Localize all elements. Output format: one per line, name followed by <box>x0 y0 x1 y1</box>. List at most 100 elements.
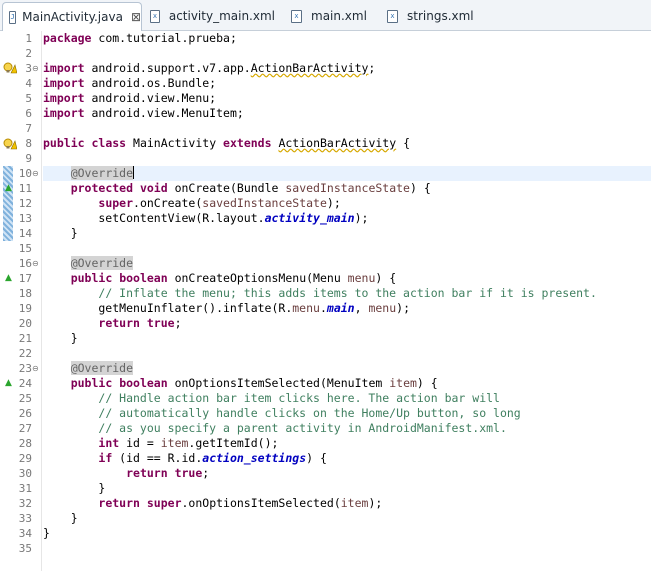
code-line[interactable]: int id = item.getItemId(); <box>43 436 651 451</box>
code-line-text: if (id == R.id.action_settings) { <box>98 451 327 465</box>
code-line[interactable] <box>43 151 651 166</box>
java-file-icon: J <box>9 10 17 24</box>
tab-activity-main-xml[interactable]: x activity_main.xml <box>150 2 275 30</box>
line-number: 10 <box>18 167 32 180</box>
line-number: 13 <box>18 212 32 225</box>
code-line-text: // Handle action bar item clicks here. T… <box>98 391 500 405</box>
code-line[interactable]: setContentView(R.layout.activity_main); <box>43 211 651 226</box>
line-number: 5 <box>25 92 32 105</box>
line-number: 34 <box>18 527 32 540</box>
code-line[interactable] <box>43 241 651 256</box>
warning-lightbulb-icon[interactable] <box>3 62 17 74</box>
line-number: 1 <box>25 32 32 45</box>
line-number: 14 <box>18 227 32 240</box>
code-line-text: public boolean onOptionsItemSelected(Men… <box>70 376 438 390</box>
code-line[interactable]: // automatically handle clicks on the Ho… <box>43 406 651 421</box>
code-line-text: @Override <box>70 256 134 270</box>
line-number: 21 <box>18 332 32 345</box>
code-line[interactable]: @Override <box>43 256 651 271</box>
code-line[interactable]: // Inflate the menu; this adds items to … <box>43 286 651 301</box>
fold-toggle-icon[interactable]: ⊖ <box>32 256 39 271</box>
line-number: 28 <box>18 437 32 450</box>
code-line[interactable] <box>43 46 651 61</box>
code-line-text: return true; <box>98 316 182 330</box>
code-line[interactable]: import android.view.MenuItem; <box>43 106 651 121</box>
code-line[interactable]: package com.tutorial.prueba; <box>43 31 651 46</box>
code-line-text: super.onCreate(savedInstanceState); <box>98 196 341 210</box>
code-line-text: // as you specify a parent activity in A… <box>98 421 507 435</box>
code-line[interactable] <box>43 541 651 556</box>
tab-mainactivity-java[interactable]: J MainActivity.java ⊠ <box>2 2 142 31</box>
code-line[interactable]: return true; <box>43 466 651 481</box>
close-tab-icon[interactable]: ⊠ <box>131 10 141 24</box>
code-line-text: int id = item.getItemId(); <box>98 436 279 450</box>
line-number: 31 <box>18 482 32 495</box>
code-line-text: @Override <box>70 166 135 180</box>
tab-main-xml[interactable]: x main.xml <box>291 2 371 30</box>
override-marker-icon[interactable]: ▲ <box>5 181 12 196</box>
code-line[interactable]: protected void onCreate(Bundle savedInst… <box>43 181 651 196</box>
code-line[interactable]: } <box>43 526 651 541</box>
code-line[interactable]: public boolean onCreateOptionsMenu(Menu … <box>43 271 651 286</box>
code-line[interactable]: import android.support.v7.app.ActionBarA… <box>43 61 651 76</box>
code-line-text: } <box>43 511 78 525</box>
code-line[interactable] <box>43 121 651 136</box>
code-line[interactable]: getMenuInflater().inflate(R.menu.main, m… <box>43 301 651 316</box>
line-number: 9 <box>25 152 32 165</box>
override-marker-icon[interactable]: ▲ <box>5 376 12 391</box>
code-line[interactable] <box>43 346 651 361</box>
xml-file-icon: x <box>291 9 302 23</box>
quick-diff-stripe <box>3 166 13 241</box>
code-line[interactable]: import android.os.Bundle; <box>43 76 651 91</box>
code-line[interactable]: if (id == R.id.action_settings) { <box>43 451 651 466</box>
code-line[interactable]: } <box>43 331 651 346</box>
code-line[interactable]: @Override <box>43 361 651 376</box>
code-line[interactable]: import android.view.Menu; <box>43 91 651 106</box>
line-number: 25 <box>18 392 32 405</box>
code-line-text: public boolean onCreateOptionsMenu(Menu … <box>70 271 397 285</box>
code-line-text: } <box>43 226 78 240</box>
code-line-text: public class MainActivity extends Action… <box>43 136 411 150</box>
line-number: 4 <box>25 77 32 90</box>
code-line-text: package com.tutorial.prueba; <box>43 31 237 45</box>
line-number: 18 <box>18 287 32 300</box>
line-number: 24 <box>18 377 32 390</box>
code-line[interactable]: return true; <box>43 316 651 331</box>
code-line-text: return true; <box>126 466 210 480</box>
line-number: 12 <box>18 197 32 210</box>
line-number: 7 <box>25 122 32 135</box>
code-line[interactable]: @Override <box>43 166 651 181</box>
code-line-text: } <box>43 331 78 345</box>
code-line[interactable]: return super.onOptionsItemSelected(item)… <box>43 496 651 511</box>
line-number: 26 <box>18 407 32 420</box>
line-number: 30 <box>18 467 32 480</box>
code-line[interactable]: } <box>43 511 651 526</box>
code-line[interactable]: public boolean onOptionsItemSelected(Men… <box>43 376 651 391</box>
xml-file-icon: x <box>387 9 398 23</box>
code-line[interactable]: } <box>43 226 651 241</box>
code-line[interactable]: // as you specify a parent activity in A… <box>43 421 651 436</box>
line-number: 17 <box>18 272 32 285</box>
code-line[interactable]: super.onCreate(savedInstanceState); <box>43 196 651 211</box>
code-line-text: @Override <box>70 361 134 375</box>
code-line[interactable]: public class MainActivity extends Action… <box>43 136 651 151</box>
warning-lightbulb-icon[interactable] <box>3 138 17 150</box>
line-number: 33 <box>18 512 32 525</box>
line-number: 19 <box>18 302 32 315</box>
code-line[interactable]: } <box>43 481 651 496</box>
line-number: 20 <box>18 317 32 330</box>
line-number: 8 <box>25 137 32 150</box>
line-number: 22 <box>18 347 32 360</box>
tab-strings-xml[interactable]: x strings.xml <box>387 2 477 30</box>
xml-file-icon: x <box>150 9 160 23</box>
text-caret <box>133 166 135 179</box>
code-line[interactable]: // Handle action bar item clicks here. T… <box>43 391 651 406</box>
fold-toggle-icon[interactable]: ⊖ <box>32 361 39 376</box>
fold-toggle-icon[interactable]: ⊖ <box>32 61 39 76</box>
code-line-text: // automatically handle clicks on the Ho… <box>98 406 521 420</box>
code-line-text: getMenuInflater().inflate(R.menu.main, m… <box>43 301 411 315</box>
override-marker-icon[interactable]: ▲ <box>5 271 12 286</box>
line-number: 15 <box>18 242 32 255</box>
code-editor[interactable]: ▲ ▲ ▲ ⊖ ⊖ ⊖ ⊖ 1 2 3 4 5 6 7 8 9 10 11 12… <box>0 31 651 571</box>
fold-toggle-icon[interactable]: ⊖ <box>32 166 39 181</box>
